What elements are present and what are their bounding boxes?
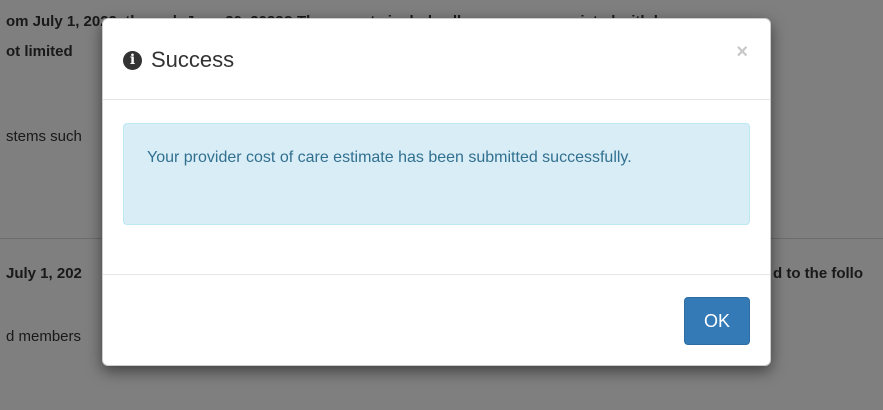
alert-message: Your provider cost of care estimate has … — [147, 149, 632, 166]
dialog-body: Your provider cost of care estimate has … — [123, 123, 750, 225]
dialog-header: i Success × — [103, 19, 770, 100]
close-icon[interactable]: × — [736, 41, 748, 64]
page: om July 1, 2022, through June 30, 2023? … — [0, 0, 883, 410]
ok-button[interactable]: OK — [684, 297, 750, 345]
info-icon: i — [123, 50, 142, 70]
dialog-title: i Success — [123, 47, 234, 73]
success-alert: Your provider cost of care estimate has … — [123, 123, 750, 225]
dialog-footer: OK — [103, 274, 770, 365]
success-dialog: i Success × Your provider cost of care e… — [102, 18, 771, 366]
dialog-title-text: Success — [151, 47, 235, 72]
